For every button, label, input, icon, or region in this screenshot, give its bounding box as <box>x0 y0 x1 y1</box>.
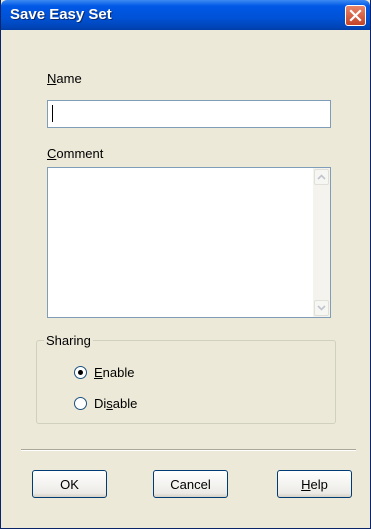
chevron-up-icon <box>317 174 326 180</box>
close-button[interactable] <box>345 5 366 26</box>
close-x-icon <box>349 9 362 22</box>
radio-disable[interactable]: Disable <box>74 396 137 411</box>
cancel-button[interactable]: Cancel <box>153 470 228 498</box>
window-title: Save Easy Set <box>10 6 112 23</box>
text-caret <box>52 105 53 122</box>
separator-line <box>21 449 356 451</box>
chevron-down-icon <box>317 305 326 311</box>
scroll-up-button[interactable] <box>314 169 329 185</box>
title-bar[interactable]: Save Easy Set <box>1 0 370 30</box>
radio-disable-label: Disable <box>94 396 138 411</box>
name-label: Name <box>47 71 82 86</box>
sharing-caption: Sharing <box>44 333 93 348</box>
help-button[interactable]: Help <box>277 470 352 498</box>
comment-textarea[interactable] <box>47 167 331 318</box>
scroll-down-button[interactable] <box>314 300 329 316</box>
radio-selected-dot <box>78 370 83 375</box>
name-input[interactable] <box>47 100 331 128</box>
comment-label: Comment <box>47 146 104 161</box>
radio-enable-label: Enable <box>94 365 135 380</box>
sharing-groupbox <box>36 340 336 424</box>
ok-button[interactable]: OK <box>32 470 107 498</box>
radio-button-enable[interactable] <box>74 366 87 379</box>
comment-scrollbar[interactable] <box>313 168 330 317</box>
radio-enable[interactable]: Enable <box>74 365 134 380</box>
save-easy-set-dialog: Save Easy Set Name Comment Sharing Enabl… <box>0 0 371 529</box>
radio-button-disable[interactable] <box>74 397 87 410</box>
